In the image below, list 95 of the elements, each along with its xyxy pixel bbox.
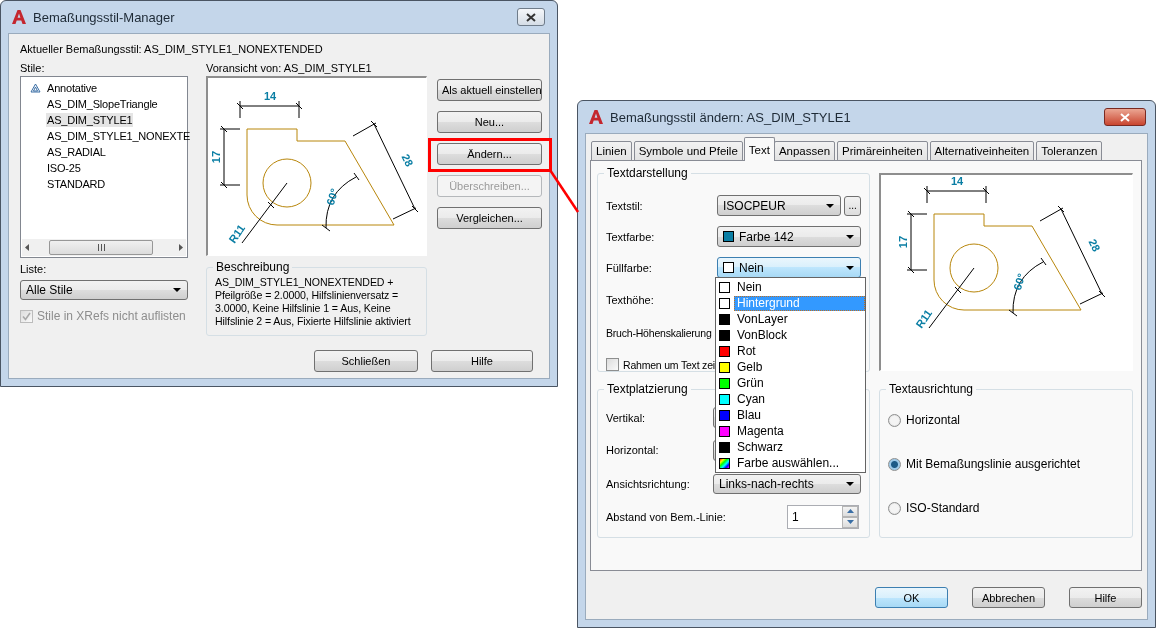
field-label: Bruch-Höhenskalierung [606,326,713,339]
group-title: Textplatzierung [606,382,689,396]
dialog-button[interactable]: Neu... [437,111,542,133]
dropdown-option[interactable]: VonBlock [716,327,865,343]
radio-button[interactable]: Horizontal [888,398,1124,442]
dimension-label: 17 [210,150,222,164]
dimension-label: 60° [323,187,341,207]
scroll-thumb[interactable] [49,240,153,255]
group-title: Textdarstellung [606,166,689,180]
field-label: Texthöhe: [606,293,655,306]
dropdown-option[interactable]: Grün [716,375,865,391]
tab[interactable]: Anpassen [773,141,836,161]
scroll-right-icon [179,244,183,251]
dropdown-option[interactable]: Gelb [716,359,865,375]
dimension-label: 17 [897,235,909,249]
current-style-text: Aktueller Bemaßungsstil: AS_DIM_STYLE1_NONEXTENDED [20,43,324,55]
dropdown[interactable]: Farbe 142 [717,226,861,247]
list-item[interactable]: AS_DIM_SlopeTriangle [46,97,159,111]
list-item[interactable]: Annotative [46,81,98,95]
field-label: Textstil: [606,199,644,212]
up-arrow-icon [846,509,854,513]
dropdown[interactable]: Links-nach-rechts [713,474,861,494]
spin-up-button[interactable] [842,505,858,517]
down-arrow-icon [846,520,854,524]
caret-icon [826,203,835,208]
dropdown-option[interactable]: Farbe auswählen... [716,455,865,471]
dropdown-option[interactable]: Blau [716,407,865,423]
help-button[interactable]: Hilfe [431,350,533,372]
dropdown[interactable]: ISOCPEUR [717,195,842,216]
close-button[interactable] [517,8,545,26]
caret-icon [846,234,854,239]
dialog-button[interactable]: Hilfe [1069,587,1142,608]
spin-down-button[interactable] [842,516,858,528]
caret-icon [846,482,854,486]
dimension-label: 14 [950,175,964,187]
dimension-label: 28 [399,152,416,169]
group-title: Textausrichtung [888,382,975,396]
dimension-label: 14 [263,90,277,102]
dialog-button[interactable]: OK [875,587,948,608]
dropdown-option[interactable]: Schwarz [716,439,865,455]
app-logo-icon [588,109,604,125]
window-title: Bemaßungsstil ändern: AS_DIM_STYLE1 [610,109,852,125]
tab[interactable]: Primäreinheiten [837,141,928,161]
radio-button[interactable]: ISO-Standard [888,486,1124,530]
app-logo-icon [11,9,27,25]
tab[interactable]: Linien [591,141,632,161]
dropdown[interactable]: Nein [717,257,861,278]
list-item[interactable]: STANDARD [46,177,107,191]
caret-icon [173,288,181,292]
field-label: Abstand von Bem.-Linie: [606,510,727,523]
dropdown-option[interactable]: Cyan [716,391,865,407]
list-item[interactable]: AS_RADIAL [46,145,107,159]
field-label: Vertikal: [606,411,647,424]
close-dialog-button[interactable]: Schließen [314,350,418,372]
field-label: Stile: [20,62,46,74]
number-field[interactable]: 1 [787,504,859,529]
color-palette-icon [719,457,730,469]
tab[interactable]: Toleranzen [1036,141,1103,161]
callout-line [548,169,580,213]
dialog-button[interactable]: Ändern... [437,143,542,165]
close-button[interactable] [1104,108,1146,126]
dropdown-option[interactable]: VonLayer [716,311,865,327]
checkbox[interactable]: Rahmen um Text zei [606,358,715,371]
list-item[interactable]: AS_DIM_STYLE1_NONEXTE [46,129,192,143]
scrollbar[interactable] [22,239,186,256]
radio-button[interactable]: Mit Bemaßungslinie ausgerichtet [888,442,1124,486]
browse-button[interactable]: ... [844,195,861,216]
tab[interactable]: Text [743,137,775,161]
field-label: Füllfarbe: [606,261,653,274]
dimension-label: 28 [1086,237,1103,254]
description-text: AS_DIM_STYLE1_NONEXTENDED + Pfeilgröße = 2.0000, Hilfslinienversatz = 3.0000, Keine Hilfslinie 1 = Aus, Keine Hilfslinie 2 = Aus, Fixierte Hilfslinie aktiviert [215,276,412,328]
preview-label: Voransicht von: AS_DIM_STYLE1 [206,62,373,74]
dialog-button[interactable]: Vergleichen... [437,207,542,229]
field-label: Horizontal: [606,444,660,456]
window-title: Bemaßungsstil-Manager [33,9,176,25]
dialog-button[interactable]: Abbrechen [972,587,1045,608]
field-label: Liste: [20,263,48,275]
list-item[interactable]: AS_DIM_STYLE1 [46,113,134,127]
tab[interactable]: Symbole und Pfeile [633,141,743,161]
dialog-button[interactable]: Als aktuell einstellen [437,79,542,101]
dropdown-option[interactable]: Nein [716,279,865,295]
field-label: Textfarbe: [606,230,656,243]
dropdown[interactable]: Alle Stile [20,280,188,300]
close-icon [526,12,536,22]
dropdown-option[interactable]: Magenta [716,423,865,439]
grip-icon [97,244,105,251]
close-icon [1120,112,1130,122]
group-title: Beschreibung [215,260,291,274]
list-item[interactable]: ISO-25 [46,161,82,175]
scroll-left-icon [25,244,29,251]
tab[interactable]: Alternativeinheiten [929,141,1035,161]
caret-icon [846,265,854,270]
dropdown-option[interactable]: Rot [716,343,865,359]
dimension-label: 60° [1010,272,1028,292]
field-label: Ansichtsrichtung: [606,478,691,490]
